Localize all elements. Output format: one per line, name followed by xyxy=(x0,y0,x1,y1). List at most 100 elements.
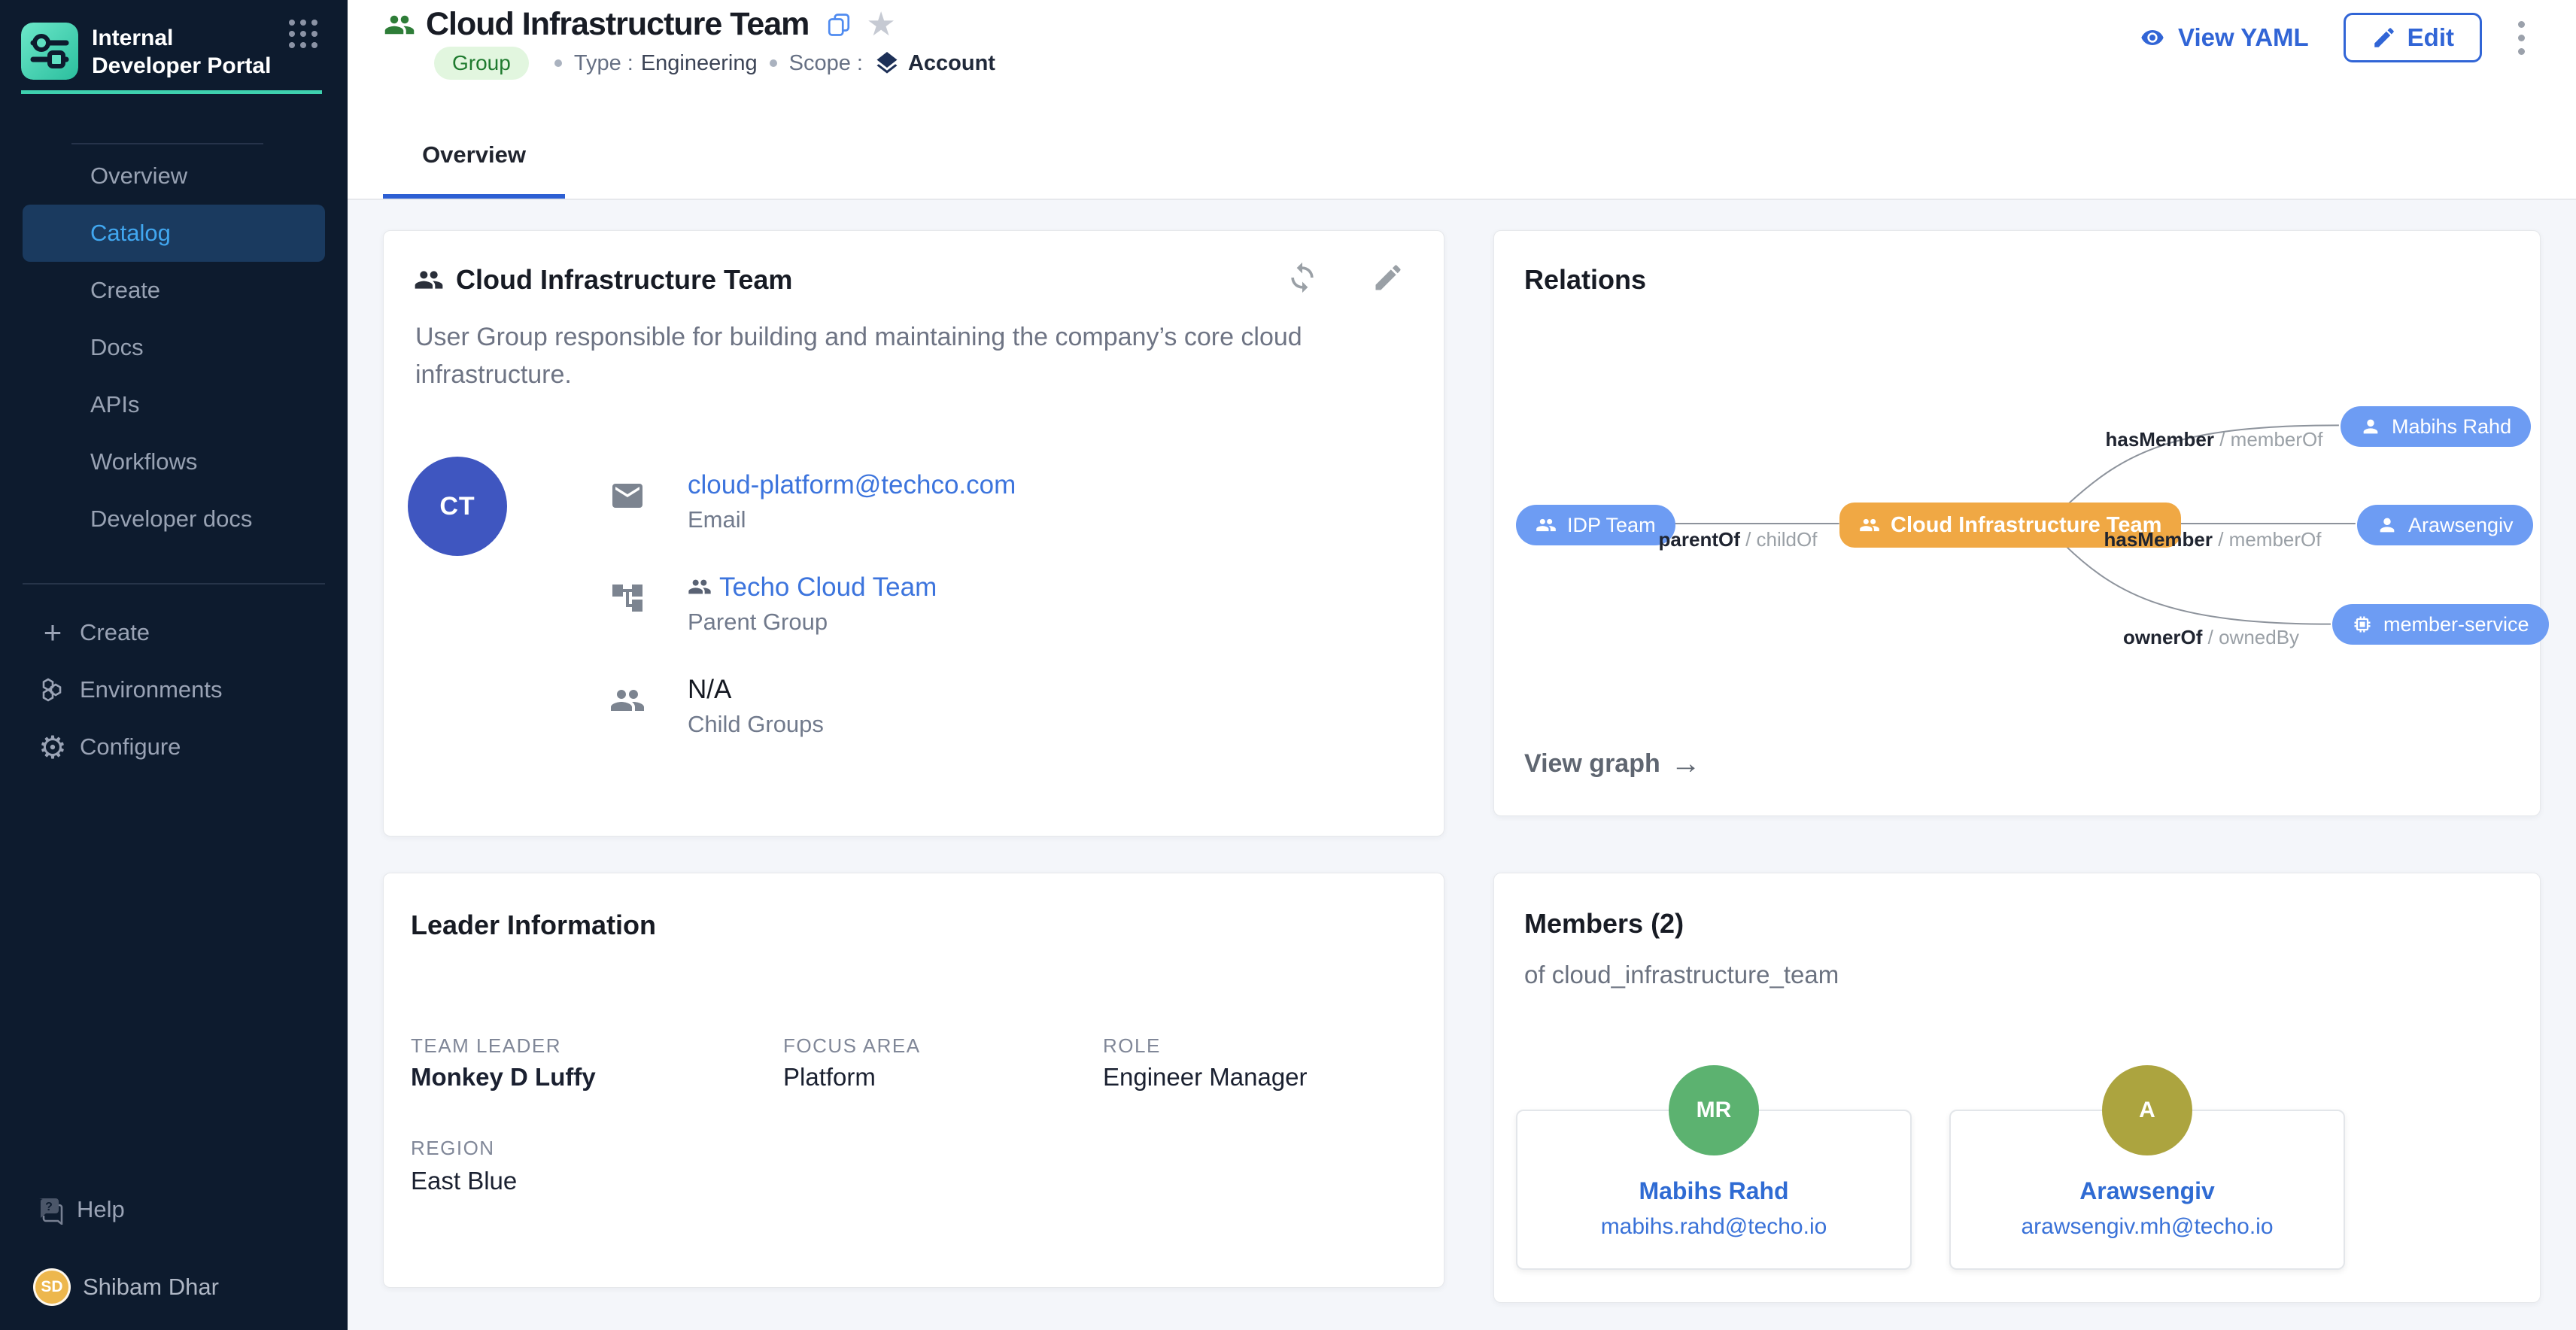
people-icon xyxy=(688,575,712,599)
more-options-icon[interactable] xyxy=(2512,15,2531,61)
main-content: Cloud Infrastructure Team User Group res… xyxy=(348,200,2576,1330)
plus-icon: + xyxy=(36,616,69,649)
tool-label: Create xyxy=(80,619,150,646)
eye-icon xyxy=(2136,26,2169,50)
help-label: Help xyxy=(77,1196,125,1223)
child-groups-row: N/A Child Groups xyxy=(609,675,1016,738)
member-email[interactable]: mabihs.rahd@techo.io xyxy=(1517,1214,1910,1240)
email-label: Email xyxy=(688,506,1016,533)
parent-group-link[interactable]: Techo Cloud Team xyxy=(688,572,937,603)
view-yaml-button[interactable]: View YAML xyxy=(2136,23,2309,52)
sidebar-item-catalog[interactable]: Catalog xyxy=(23,205,325,262)
user-avatar: SD xyxy=(33,1268,71,1306)
email-icon xyxy=(609,478,646,514)
user-menu[interactable]: SD Shibam Dhar xyxy=(0,1253,348,1321)
relations-card: Relations IDP Team Cloud Infrastructure … xyxy=(1493,230,2541,816)
members-card: Members (2) of cloud_infrastructure_team… xyxy=(1493,873,2541,1303)
arrow-right-icon: → xyxy=(1671,747,1701,781)
people-icon xyxy=(1859,515,1880,536)
page-title: Cloud Infrastructure Team xyxy=(426,6,809,43)
member-avatar: MR xyxy=(1669,1065,1759,1155)
edge-label-hasmember-top: hasMember / memberOf xyxy=(2106,428,2323,451)
svg-text:?: ? xyxy=(45,1201,53,1213)
edge-label-parentof: parentOf / childOf xyxy=(1659,528,1818,551)
help-icon: ? xyxy=(33,1193,66,1226)
sidebar-item-create-entity[interactable]: + Create xyxy=(0,604,348,661)
app-title: Internal Developer Portal xyxy=(92,23,272,80)
field-value-role: Engineer Manager xyxy=(1103,1063,1308,1092)
type-value: Engineering xyxy=(641,51,758,76)
member-card[interactable]: MR Mabihs Rahd mabihs.rahd@techo.io xyxy=(1516,1110,1912,1270)
tool-label: Configure xyxy=(80,733,181,761)
nav-divider xyxy=(71,143,263,144)
sidebar-item-configure[interactable]: ⚙ Configure xyxy=(0,718,348,776)
people-icon xyxy=(1536,515,1557,536)
entity-meta: Group Type : Engineering Scope : Account xyxy=(434,45,995,81)
about-title: Cloud Infrastructure Team xyxy=(456,264,792,296)
edit-label: Edit xyxy=(2407,23,2454,52)
person-icon xyxy=(2360,416,2381,437)
people-icon xyxy=(609,682,646,718)
member-card[interactable]: A Arawsengiv arawsengiv.mh@techo.io xyxy=(1949,1110,2345,1270)
sidebar-item-help[interactable]: ? Help xyxy=(0,1181,348,1238)
page-header: Cloud Infrastructure Team ★ Group Type :… xyxy=(348,0,2576,200)
sidebar-item-create[interactable]: Create xyxy=(0,262,348,319)
copy-icon[interactable] xyxy=(825,11,852,38)
sidebar-item-overview[interactable]: Overview xyxy=(0,147,348,205)
scope-label: Scope : xyxy=(789,51,863,76)
edit-pencil-icon[interactable] xyxy=(1372,261,1405,294)
field-label-focus-area: FOCUS AREA xyxy=(783,1034,921,1058)
user-name: Shibam Dhar xyxy=(83,1274,219,1301)
edit-button[interactable]: Edit xyxy=(2344,13,2482,62)
tool-label: Environments xyxy=(80,676,223,703)
sidebar-item-developer-docs[interactable]: Developer docs xyxy=(0,490,348,548)
field-value-team-leader: Monkey D Luffy xyxy=(411,1063,596,1092)
graph-node-member-service[interactable]: member-service xyxy=(2332,604,2549,645)
graph-node-idp-team[interactable]: IDP Team xyxy=(1516,505,1675,545)
tab-overview[interactable]: Overview xyxy=(383,141,565,194)
brand: Internal Developer Portal xyxy=(21,23,327,80)
graph-node-mabihs-rahd[interactable]: Mabihs Rahd xyxy=(2341,406,2531,447)
app-grid-icon[interactable] xyxy=(286,17,320,51)
type-label: Type : xyxy=(574,51,633,76)
chip-icon xyxy=(2352,614,2373,635)
view-graph-link[interactable]: View graph→ xyxy=(1524,747,1701,781)
member-name[interactable]: Arawsengiv xyxy=(1951,1177,2344,1205)
sidebar-item-apis[interactable]: APIs xyxy=(0,376,348,433)
refresh-icon[interactable] xyxy=(1286,261,1319,294)
favorite-star-icon[interactable]: ★ xyxy=(866,8,895,41)
brand-accent-rule xyxy=(21,90,322,94)
person-icon xyxy=(2377,515,2398,536)
dot-separator xyxy=(770,59,777,67)
sidebar-nav: Overview Catalog Create Docs APIs Workfl… xyxy=(0,147,348,548)
members-title: Members (2) xyxy=(1524,908,1684,940)
parent-group-row: Techo Cloud Team Parent Group xyxy=(609,572,1016,636)
sidebar-divider xyxy=(23,583,325,585)
sidebar-item-environments[interactable]: Environments xyxy=(0,661,348,718)
member-email[interactable]: arawsengiv.mh@techo.io xyxy=(1951,1214,2344,1240)
graph-node-arawsengiv[interactable]: Arawsengiv xyxy=(2357,505,2533,545)
field-label-team-leader: TEAM LEADER xyxy=(411,1034,561,1058)
member-name[interactable]: Mabihs Rahd xyxy=(1517,1177,1910,1205)
app-logo-icon xyxy=(21,23,78,80)
sidebar-tools: + Create Environments ⚙ Configure xyxy=(0,604,348,776)
active-tab-indicator xyxy=(383,194,565,199)
tree-icon xyxy=(609,580,646,616)
parent-group-label: Parent Group xyxy=(688,609,937,636)
leader-title: Leader Information xyxy=(411,909,656,941)
about-description: User Group responsible for building and … xyxy=(415,318,1303,393)
email-row: cloud-platform@techco.com Email xyxy=(609,470,1016,533)
email-link[interactable]: cloud-platform@techco.com xyxy=(688,470,1016,500)
sidebar-item-docs[interactable]: Docs xyxy=(0,319,348,376)
view-yaml-label: View YAML xyxy=(2178,23,2309,52)
sidebar-item-workflows[interactable]: Workflows xyxy=(0,433,348,490)
people-icon xyxy=(414,265,444,295)
edge-label-ownerof: ownerOf / ownedBy xyxy=(2123,626,2299,649)
members-subtitle: of cloud_infrastructure_team xyxy=(1524,961,1839,989)
scope-value: Account xyxy=(908,51,995,76)
about-card: Cloud Infrastructure Team User Group res… xyxy=(383,230,1444,837)
edge-label-hasmember-mid: hasMember / memberOf xyxy=(2104,528,2322,551)
dot-separator xyxy=(554,59,562,67)
member-avatar: A xyxy=(2102,1065,2192,1155)
environments-icon xyxy=(36,673,69,706)
